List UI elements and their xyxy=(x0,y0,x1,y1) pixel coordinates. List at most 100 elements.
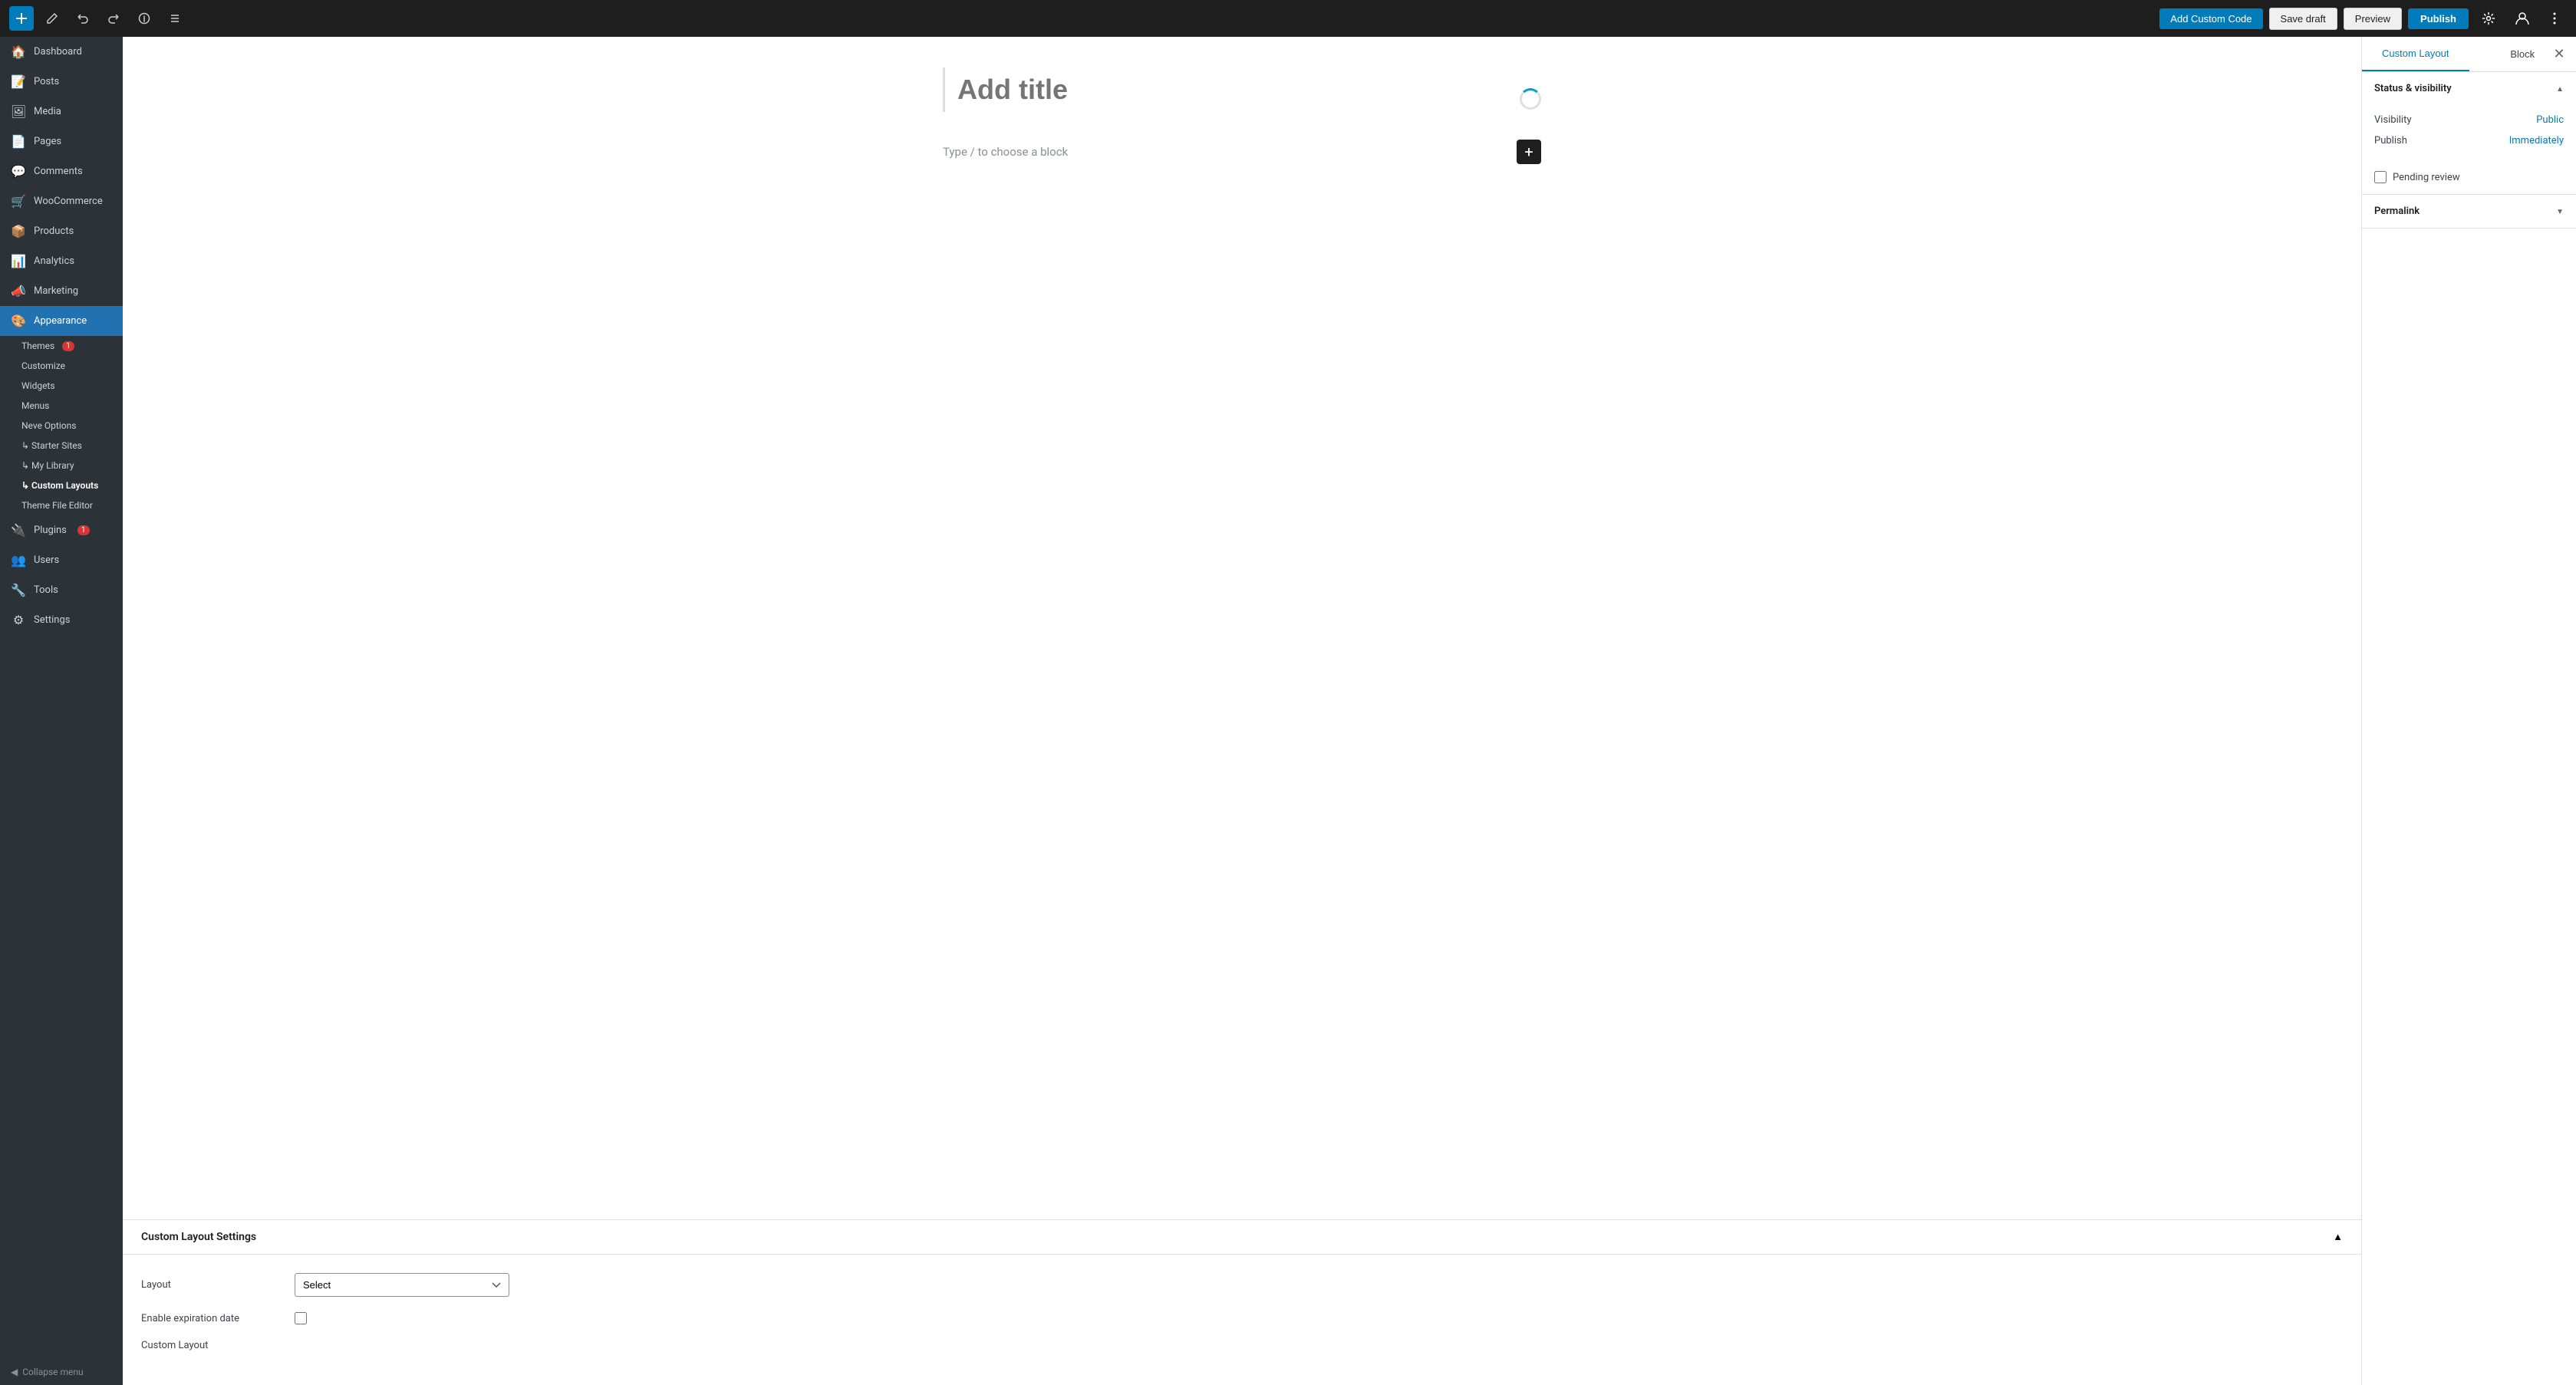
list-view-button[interactable] xyxy=(163,6,187,31)
layout-row: Layout Select Hook Sidebar Page Header N… xyxy=(141,1273,2343,1297)
expiration-row: Enable expiration date xyxy=(141,1312,2343,1324)
tab-custom-layout[interactable]: Custom Layout xyxy=(2362,37,2469,71)
expiration-control xyxy=(295,1312,2343,1324)
expiration-checkbox[interactable] xyxy=(295,1312,307,1324)
pages-icon: 📄 xyxy=(11,134,26,149)
permalink-title: Permalink xyxy=(2374,206,2420,217)
add-block-button[interactable] xyxy=(9,6,34,31)
info-button[interactable] xyxy=(132,6,156,31)
posts-icon: 📝 xyxy=(11,74,26,89)
users-icon: 👥 xyxy=(11,553,26,567)
appearance-icon: 🎨 xyxy=(11,314,26,328)
publish-button[interactable]: Publish xyxy=(2408,8,2469,29)
expiration-checkbox-row xyxy=(295,1312,2343,1324)
sidebar-sub-customize[interactable]: Customize xyxy=(0,356,123,376)
main-layout: 🏠 Dashboard 📝 Posts 🖼 Media 📄 Pages 💬 Co… xyxy=(0,37,2576,1385)
sidebar-item-comments[interactable]: 💬 Comments xyxy=(0,156,123,186)
sidebar-item-tools[interactable]: 🔧 Tools xyxy=(0,575,123,605)
tools-icon: 🔧 xyxy=(11,583,26,597)
status-visibility-header[interactable]: Status & visibility xyxy=(2362,72,2576,105)
right-panel-tabs: Custom Layout Block ✕ xyxy=(2362,37,2576,72)
custom-layout-row: Custom Layout xyxy=(141,1340,2343,1351)
save-draft-button[interactable]: Save draft xyxy=(2269,8,2337,30)
permalink-section: Permalink xyxy=(2362,195,2576,229)
sidebar-sub-theme-file-editor[interactable]: Theme File Editor xyxy=(0,495,123,515)
collapse-menu-button[interactable]: ◀ Collapse menu xyxy=(0,1359,123,1385)
preview-button[interactable]: Preview xyxy=(2344,8,2402,30)
sidebar-sub-custom-layouts[interactable]: ↳ Custom Layouts xyxy=(0,475,123,495)
settings-button[interactable] xyxy=(2475,5,2502,32)
loading-spinner xyxy=(1520,88,1541,110)
pending-review-label: Pending review xyxy=(2393,172,2460,183)
add-block-inline-button[interactable]: + xyxy=(1517,140,1541,164)
marketing-icon: 📣 xyxy=(11,284,26,298)
sidebar-sub-starter-sites[interactable]: ↳ Starter Sites xyxy=(0,436,123,456)
settings-panel-header[interactable]: Custom Layout Settings ▲ xyxy=(123,1220,2361,1255)
products-icon: 📦 xyxy=(11,224,26,239)
pending-review-row: Pending review xyxy=(2362,165,2576,194)
settings-icon: ⚙ xyxy=(11,613,26,627)
undo-button[interactable] xyxy=(71,6,95,31)
canvas-wrapper: Type / to choose a block + xyxy=(123,37,2361,1219)
sidebar-item-products[interactable]: 📦 Products xyxy=(0,216,123,246)
sidebar-sub-my-library[interactable]: ↳ My Library xyxy=(0,456,123,475)
visibility-row: Visibility Public xyxy=(2374,114,2564,126)
sidebar-item-settings[interactable]: ⚙ Settings xyxy=(0,605,123,635)
add-custom-code-button[interactable]: Add Custom Code xyxy=(2159,8,2262,29)
sidebar-item-posts[interactable]: 📝 Posts xyxy=(0,67,123,97)
sidebar-item-appearance[interactable]: 🎨 Appearance xyxy=(0,306,123,336)
sidebar-sub-neve-options[interactable]: Neve Options xyxy=(0,416,123,436)
right-panel-close-button[interactable]: ✕ xyxy=(2548,44,2570,65)
status-visibility-body: Visibility Public Publish Immediately xyxy=(2362,105,2576,165)
publish-label: Publish xyxy=(2374,135,2407,146)
settings-panel-title: Custom Layout Settings xyxy=(141,1231,256,1243)
sidebar-sub-themes[interactable]: Themes 1 xyxy=(0,336,123,356)
permalink-chevron xyxy=(2556,206,2564,217)
publish-row: Publish Immediately xyxy=(2374,135,2564,146)
block-placeholder-text: Type / to choose a block xyxy=(943,145,1068,159)
user-button[interactable] xyxy=(2508,5,2536,32)
edit-button[interactable] xyxy=(40,6,64,31)
editor-area: Type / to choose a block + Custom Layout… xyxy=(123,37,2361,1385)
block-area: Type / to choose a block + xyxy=(943,130,1541,173)
settings-panel: Custom Layout Settings ▲ Layout Select H… xyxy=(123,1219,2361,1385)
visibility-value[interactable]: Public xyxy=(2536,114,2564,126)
sidebar-item-dashboard[interactable]: 🏠 Dashboard xyxy=(0,37,123,67)
toolbar: Add Custom Code Save draft Preview Publi… xyxy=(0,0,2576,37)
pending-review-checkbox[interactable] xyxy=(2374,171,2387,183)
plugins-icon: 🔌 xyxy=(11,523,26,538)
sidebar-item-analytics[interactable]: 📊 Analytics xyxy=(0,246,123,276)
permalink-header[interactable]: Permalink xyxy=(2362,195,2576,228)
canvas: Type / to choose a block + xyxy=(897,37,1587,1219)
status-visibility-chevron xyxy=(2556,83,2564,94)
analytics-icon: 📊 xyxy=(11,254,26,268)
woocommerce-icon: 🛒 xyxy=(11,194,26,209)
sidebar-item-woocommerce[interactable]: 🛒 WooCommerce xyxy=(0,186,123,216)
title-input[interactable] xyxy=(943,67,1541,112)
sidebar-item-marketing[interactable]: 📣 Marketing xyxy=(0,276,123,306)
status-visibility-title: Status & visibility xyxy=(2374,83,2452,94)
layout-control: Select Hook Sidebar Page Header Not Foun… xyxy=(295,1273,2343,1297)
layout-select[interactable]: Select Hook Sidebar Page Header Not Foun… xyxy=(295,1273,509,1297)
toolbar-right: Add Custom Code Save draft Preview Publi… xyxy=(2159,5,2567,32)
expiration-label: Enable expiration date xyxy=(141,1313,295,1324)
redo-button[interactable] xyxy=(101,6,126,31)
custom-layout-label: Custom Layout xyxy=(141,1340,295,1351)
sidebar-sub-menus[interactable]: Menus xyxy=(0,396,123,416)
settings-body: Layout Select Hook Sidebar Page Header N… xyxy=(123,1255,2361,1385)
right-panel: Custom Layout Block ✕ Status & visibilit… xyxy=(2361,37,2576,1385)
media-icon: 🖼 xyxy=(11,104,26,119)
status-visibility-section: Status & visibility Visibility Public Pu… xyxy=(2362,72,2576,195)
sidebar: 🏠 Dashboard 📝 Posts 🖼 Media 📄 Pages 💬 Co… xyxy=(0,37,123,1385)
comments-icon: 💬 xyxy=(11,164,26,179)
sidebar-sub-widgets[interactable]: Widgets xyxy=(0,376,123,396)
sidebar-item-plugins[interactable]: 🔌 Plugins 1 xyxy=(0,515,123,545)
layout-label: Layout xyxy=(141,1279,295,1291)
more-options-button[interactable] xyxy=(2542,6,2567,31)
sidebar-item-media[interactable]: 🖼 Media xyxy=(0,97,123,127)
sidebar-item-users[interactable]: 👥 Users xyxy=(0,545,123,575)
sidebar-item-pages[interactable]: 📄 Pages xyxy=(0,127,123,156)
publish-value[interactable]: Immediately xyxy=(2509,135,2564,146)
dashboard-icon: 🏠 xyxy=(11,44,26,59)
settings-panel-chevron: ▲ xyxy=(2333,1231,2343,1243)
